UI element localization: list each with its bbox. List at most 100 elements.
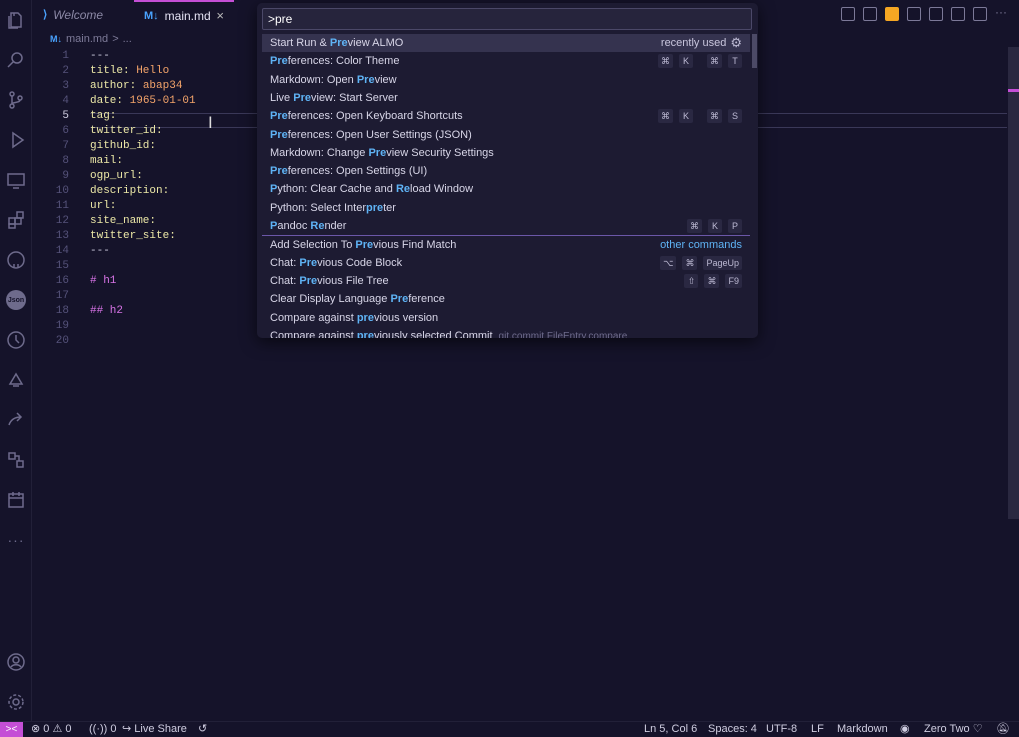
- line-number: 11: [55, 199, 69, 212]
- cursor-position[interactable]: Ln 5, Col 6: [644, 722, 697, 737]
- code-text: mail:: [90, 155, 123, 167]
- github-icon[interactable]: [4, 248, 28, 272]
- settings-gear-icon[interactable]: [4, 690, 28, 714]
- command-item[interactable]: Start Run & Preview ALMO recently used ⚙: [262, 34, 750, 52]
- ports-status[interactable]: ((·)) 0: [89, 722, 117, 737]
- testing-icon[interactable]: [4, 368, 28, 392]
- code-key: title:: [90, 64, 130, 77]
- command-item[interactable]: Python: Clear Cache and Reload Window: [262, 180, 750, 198]
- source-control-icon[interactable]: [4, 88, 28, 112]
- remote-explorer-icon[interactable]: [4, 168, 28, 192]
- tab-main-md[interactable]: M↓ main.md ×: [134, 0, 234, 29]
- code-key: description:: [90, 184, 170, 197]
- command-item[interactable]: Preferences: Open Settings (UI): [262, 162, 750, 180]
- copilot-icon[interactable]: ◉: [900, 722, 910, 737]
- live-share-icon[interactable]: [4, 408, 28, 432]
- code-key: # h1: [90, 274, 117, 287]
- command-item[interactable]: Add Selection To Previous Find Match othe…: [262, 235, 750, 253]
- explorer-icon[interactable]: [4, 8, 28, 32]
- match-highlight: Pre: [356, 73, 375, 86]
- breadcrumb-separator: >: [112, 33, 119, 45]
- live-share-icon: ↪: [122, 723, 132, 735]
- run-debug-icon[interactable]: [4, 128, 28, 152]
- remote-indicator[interactable]: ><: [0, 722, 23, 737]
- end-of-line[interactable]: LF: [811, 722, 824, 737]
- live-share-status[interactable]: ↪ Live Share: [122, 722, 187, 737]
- almo-preview-icon[interactable]: [885, 7, 899, 21]
- command-text: Clear Display Language: [270, 293, 391, 306]
- breadcrumb-file[interactable]: main.md: [66, 33, 108, 45]
- command-item[interactable]: Compare against previous version: [262, 309, 750, 327]
- open-changes-icon[interactable]: [841, 7, 855, 21]
- code-text: # h1: [90, 275, 116, 287]
- command-text: ython: Clear Cache and: [277, 183, 396, 196]
- command-label: Live Preview: Start Server: [270, 92, 398, 104]
- code-text: twitter_site:: [90, 230, 176, 242]
- history-icon[interactable]: ↺: [198, 722, 207, 737]
- command-item[interactable]: Markdown: Change Preview Security Settin…: [262, 144, 750, 162]
- editor-actions: ···: [841, 6, 1009, 21]
- code-text: url:: [90, 200, 116, 212]
- code-text: github_id:: [90, 140, 156, 152]
- command-item[interactable]: Preferences: Color Theme ⌘ K ⌘ T: [262, 52, 750, 70]
- encoding[interactable]: UTF-8: [766, 722, 797, 737]
- split-editor-icon[interactable]: [973, 7, 987, 21]
- keybinding-key: ⌘: [707, 109, 722, 124]
- code-key: date:: [90, 94, 124, 107]
- tab-label: Welcome: [53, 7, 104, 22]
- language-mode[interactable]: Markdown: [837, 722, 888, 737]
- command-label: Pandoc Render: [270, 220, 346, 232]
- json-icon[interactable]: Json: [6, 290, 26, 310]
- preview-side-icon[interactable]: [863, 7, 877, 21]
- command-item[interactable]: Preferences: Open User Settings (JSON): [262, 126, 750, 144]
- close-icon[interactable]: ×: [216, 8, 224, 23]
- command-text: Live: [270, 91, 294, 104]
- command-list-scrollbar[interactable]: [752, 34, 757, 68]
- line-number: 20: [55, 334, 69, 347]
- keybinding-key: S: [728, 109, 742, 124]
- toggle-preview-icon[interactable]: [907, 7, 921, 21]
- tab-welcome[interactable]: ⟩ Welcome: [33, 0, 133, 29]
- code-key: ogp_url:: [90, 169, 143, 182]
- more-actions-icon[interactable]: ···: [995, 6, 1009, 21]
- command-item[interactable]: Clear Display Language Preference: [262, 290, 750, 308]
- theme-status[interactable]: Zero Two ♡: [924, 722, 983, 737]
- command-item[interactable]: Chat: Previous Code Block ⌥ ⌘ PageUp: [262, 254, 750, 272]
- more-icon[interactable]: ···: [4, 528, 28, 552]
- extensions-icon[interactable]: [4, 208, 28, 232]
- error-icon: ⊗: [31, 723, 41, 735]
- line-number: 12: [55, 214, 69, 227]
- match-highlight: pre: [366, 201, 384, 214]
- breadcrumb-rest[interactable]: ...: [123, 33, 132, 45]
- keybinding-key: ⌘: [707, 54, 722, 69]
- command-label: Clear Display Language Preference: [270, 293, 445, 305]
- ports-count: 0: [110, 723, 117, 735]
- indentation[interactable]: Spaces: 4: [708, 722, 757, 737]
- command-item[interactable]: Markdown: Open Preview: [262, 71, 750, 89]
- configure-keybinding-icon[interactable]: ⚙: [730, 35, 742, 51]
- search-icon[interactable]: [4, 48, 28, 72]
- command-item[interactable]: Compare against previously selected Comm…: [262, 327, 750, 338]
- command-text: ferences: Color Theme: [287, 55, 400, 68]
- notifications-icon[interactable]: 🔕︎: [996, 722, 1010, 737]
- match-highlight: Pre: [270, 128, 288, 141]
- code-key: mail:: [90, 154, 124, 167]
- command-item[interactable]: Live Preview: Start Server: [262, 89, 750, 107]
- problems-status[interactable]: ⊗ 0 ⚠ 0: [31, 722, 72, 737]
- command-label: Preferences: Open User Settings (JSON): [270, 129, 472, 141]
- print-icon[interactable]: [929, 7, 943, 21]
- command-item[interactable]: Preferences: Open Keyboard Shortcuts ⌘ K ⌘ S: [262, 107, 750, 125]
- sidebar-toggle-icon[interactable]: [951, 7, 965, 21]
- account-icon[interactable]: [4, 650, 28, 674]
- line-number: 17: [55, 289, 69, 302]
- scheduler-icon[interactable]: [4, 488, 28, 512]
- editor-scrollbar[interactable]: [1008, 47, 1019, 519]
- command-item[interactable]: Pandoc Render ⌘ K P: [262, 217, 750, 235]
- command-item[interactable]: Chat: Previous File Tree ⇧ ⌘ F9: [262, 272, 750, 290]
- match-highlight: Pre: [299, 274, 318, 287]
- containers-icon[interactable]: [4, 448, 28, 472]
- command-palette-input[interactable]: [262, 8, 752, 30]
- status-bar: >< ⊗ 0 ⚠ 0 ((·)) 0 ↪ Live Share ↺ Ln 5, …: [0, 721, 1019, 737]
- timeline-icon[interactable]: [4, 328, 28, 352]
- command-item[interactable]: Python: Select Interpreter: [262, 199, 750, 217]
